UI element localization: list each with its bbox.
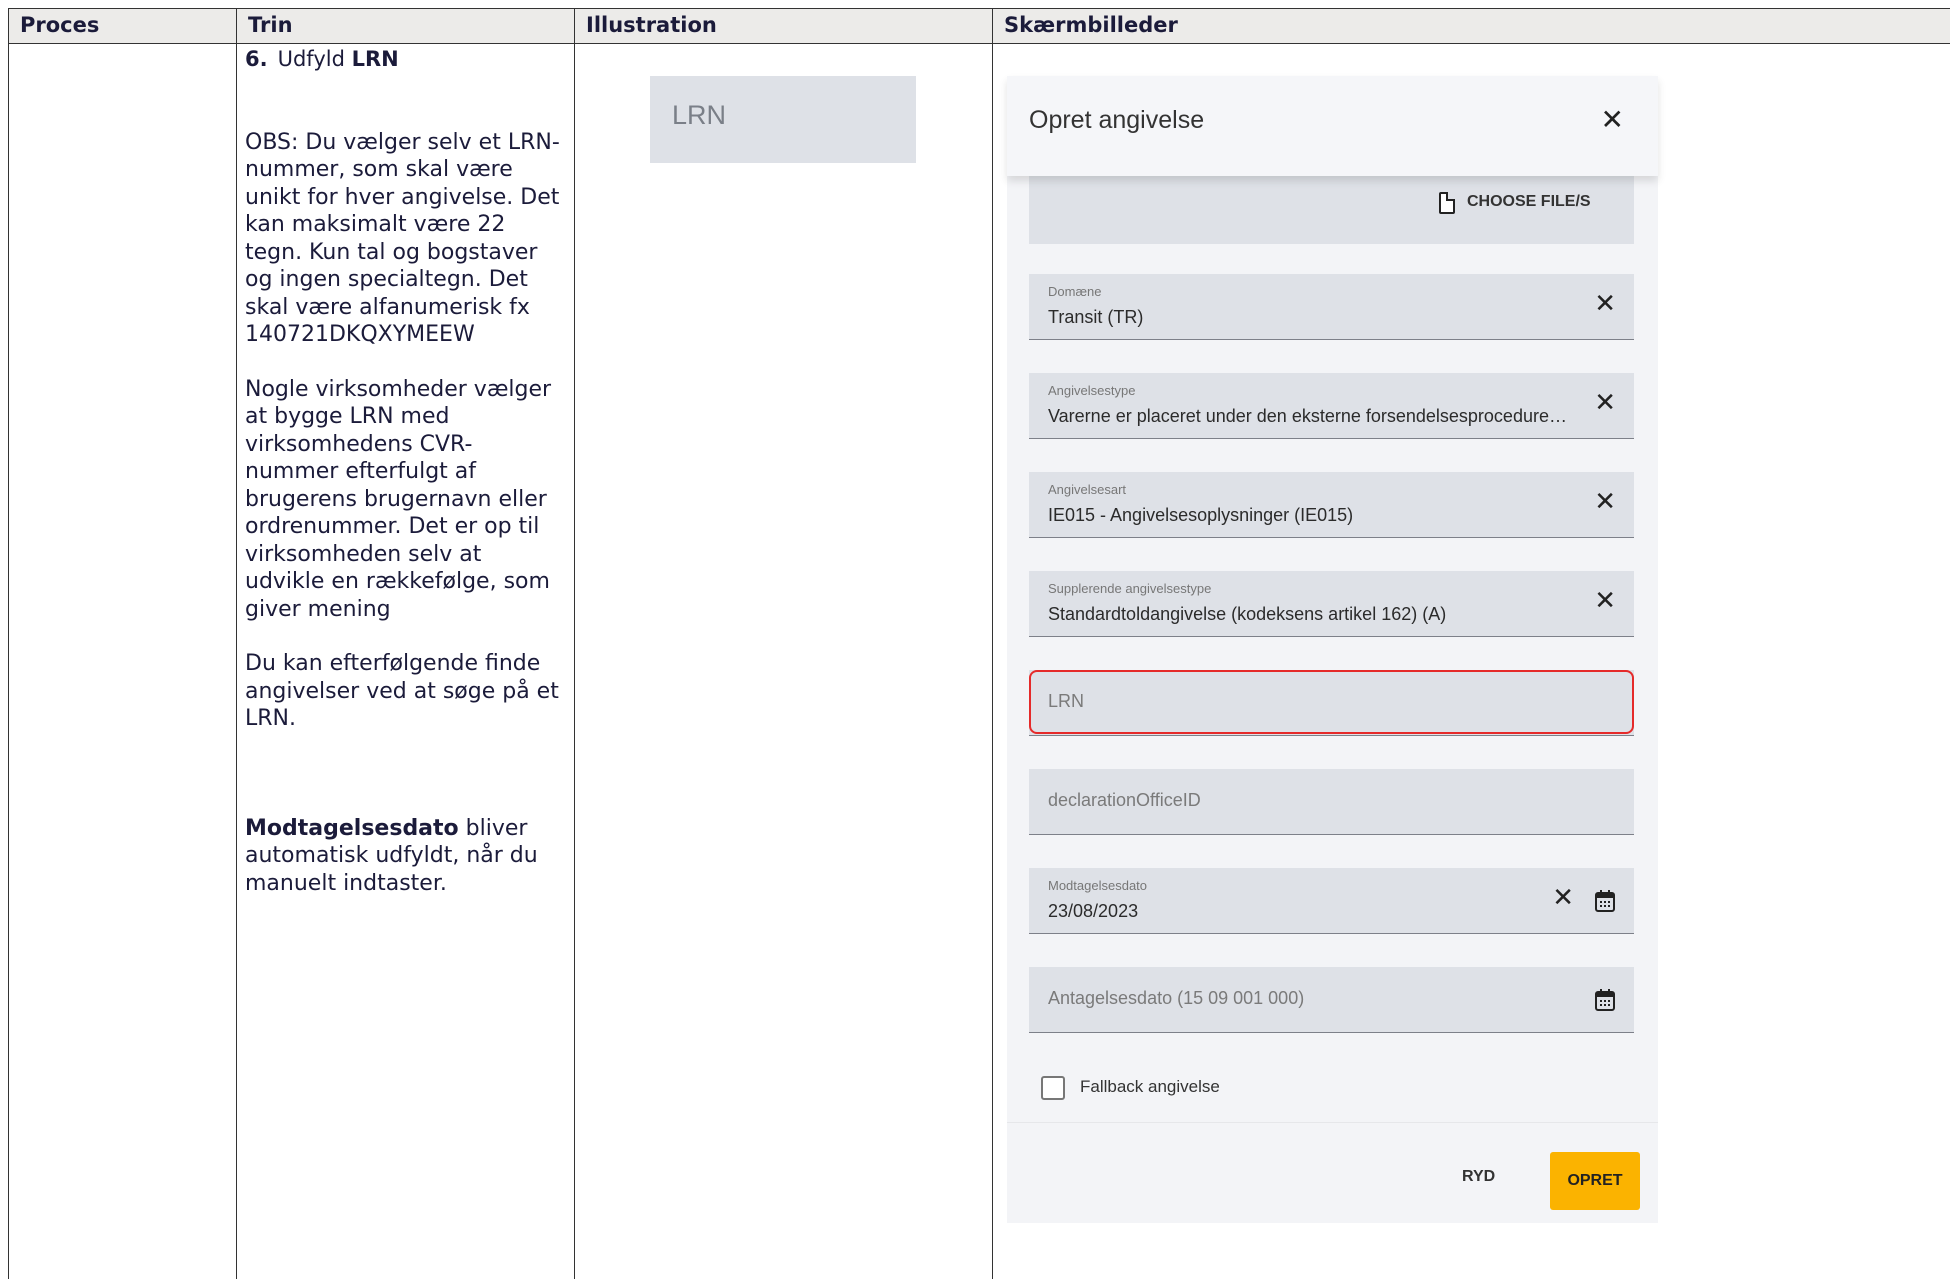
column-divider [236,8,237,1279]
step-title-prefix: Udfyld [277,47,345,71]
lrn-highlight [1029,670,1634,734]
close-icon[interactable]: ✕ [1601,106,1624,134]
header-skaermbilleder: Skærmbilleder [992,8,1950,44]
declaration-type-field[interactable]: Angivelsestype Varerne er placeret under… [1029,373,1634,439]
receipt-date-field[interactable]: Modtagelsesdato 23/08/2023 ✕ [1029,868,1634,934]
field-value: IE015 - Angivelsesoplysninger (IE015) [1048,505,1354,525]
clear-icon[interactable]: ✕ [1594,390,1616,416]
trin-cell: 6. Udfyld LRN OBS: Du vælger selv et LRN-… [245,46,565,897]
step-title: 6. Udfyld LRN [245,46,565,74]
file-upload-area[interactable]: CHOOSE FILE/S [1029,176,1634,244]
calendar-icon[interactable] [1594,988,1616,1012]
step-number: 6. [245,47,268,71]
domain-field[interactable]: Domæne Transit (TR) ✕ [1029,274,1634,340]
field-label: Modtagelsesdato [1048,878,1148,893]
obs-paragraph: OBS: Du vælger selv et LRN-nummer, som s… [245,129,560,348]
field-value: Transit (TR) [1048,307,1144,327]
office-placeholder: declarationOfficeID [1048,790,1201,810]
clear-icon[interactable]: ✕ [1594,291,1616,317]
dialog-header: Opret angivelse ✕ [1007,76,1658,176]
column-divider [574,8,575,1279]
column-divider [8,8,9,1279]
declaration-office-input[interactable]: declarationOfficeID [1029,769,1634,835]
create-button[interactable]: OPRET [1550,1152,1640,1210]
acceptance-date-field[interactable]: Antagelsesdato (15 09 001 000) [1029,967,1634,1033]
header-proces: Proces [8,8,236,44]
illustration-label: LRN [672,100,727,130]
date-paragraph: Modtagelsesdato bliver automatisk udfyld… [245,815,565,898]
field-value: Varerne er placeret under den eksterne f… [1048,406,1568,426]
supplementary-type-field[interactable]: Supplerende angivelsestype Standardtolda… [1029,571,1634,637]
fallback-label: Fallback angivelse [1080,1077,1220,1096]
field-value: 23/08/2023 [1048,901,1139,921]
header-label-proces: Proces [20,13,100,37]
calendar-icon[interactable] [1594,889,1616,913]
step-title-bold: LRN [351,47,399,71]
create-declaration-dialog: CHOOSE FILE/S Opret angivelse ✕ Domæne T… [1007,76,1658,1223]
header-label-skaermbilleder: Skærmbilleder [1004,13,1178,37]
file-icon [1439,192,1455,214]
field-value: Standardtoldangivelse (kodeksens artikel… [1048,604,1447,624]
clear-icon[interactable]: ✕ [1552,885,1574,911]
field-label: Angivelsesart [1048,482,1127,497]
fallback-checkbox[interactable] [1041,1076,1065,1100]
header-label-illustration: Illustration [586,13,717,37]
clear-icon[interactable]: ✕ [1594,489,1616,515]
clear-icon[interactable]: ✕ [1594,588,1616,614]
acceptance-placeholder: Antagelsesdato (15 09 001 000) [1048,988,1305,1008]
search-paragraph: Du kan efterfølgende finde angivelser ve… [245,651,559,731]
date-bold: Modtagelsesdato [245,815,459,841]
column-divider [992,8,993,1279]
clear-button[interactable]: RYD [1462,1168,1495,1186]
choose-files-button[interactable]: CHOOSE FILE/S [1467,193,1591,211]
companies-paragraph: Nogle virksomheder vælger at bygge LRN m… [245,376,552,622]
header-label-trin: Trin [248,13,293,37]
header-illustration: Illustration [574,8,992,44]
declaration-kind-field[interactable]: Angivelsesart IE015 - Angivelsesoplysnin… [1029,472,1634,538]
field-label: Domæne [1048,284,1102,299]
dialog-title: Opret angivelse [1029,106,1205,134]
header-trin: Trin [236,8,574,44]
lrn-illustration: LRN [650,76,916,163]
field-label: Angivelsestype [1048,383,1136,398]
field-label: Supplerende angivelsestype [1048,581,1212,596]
